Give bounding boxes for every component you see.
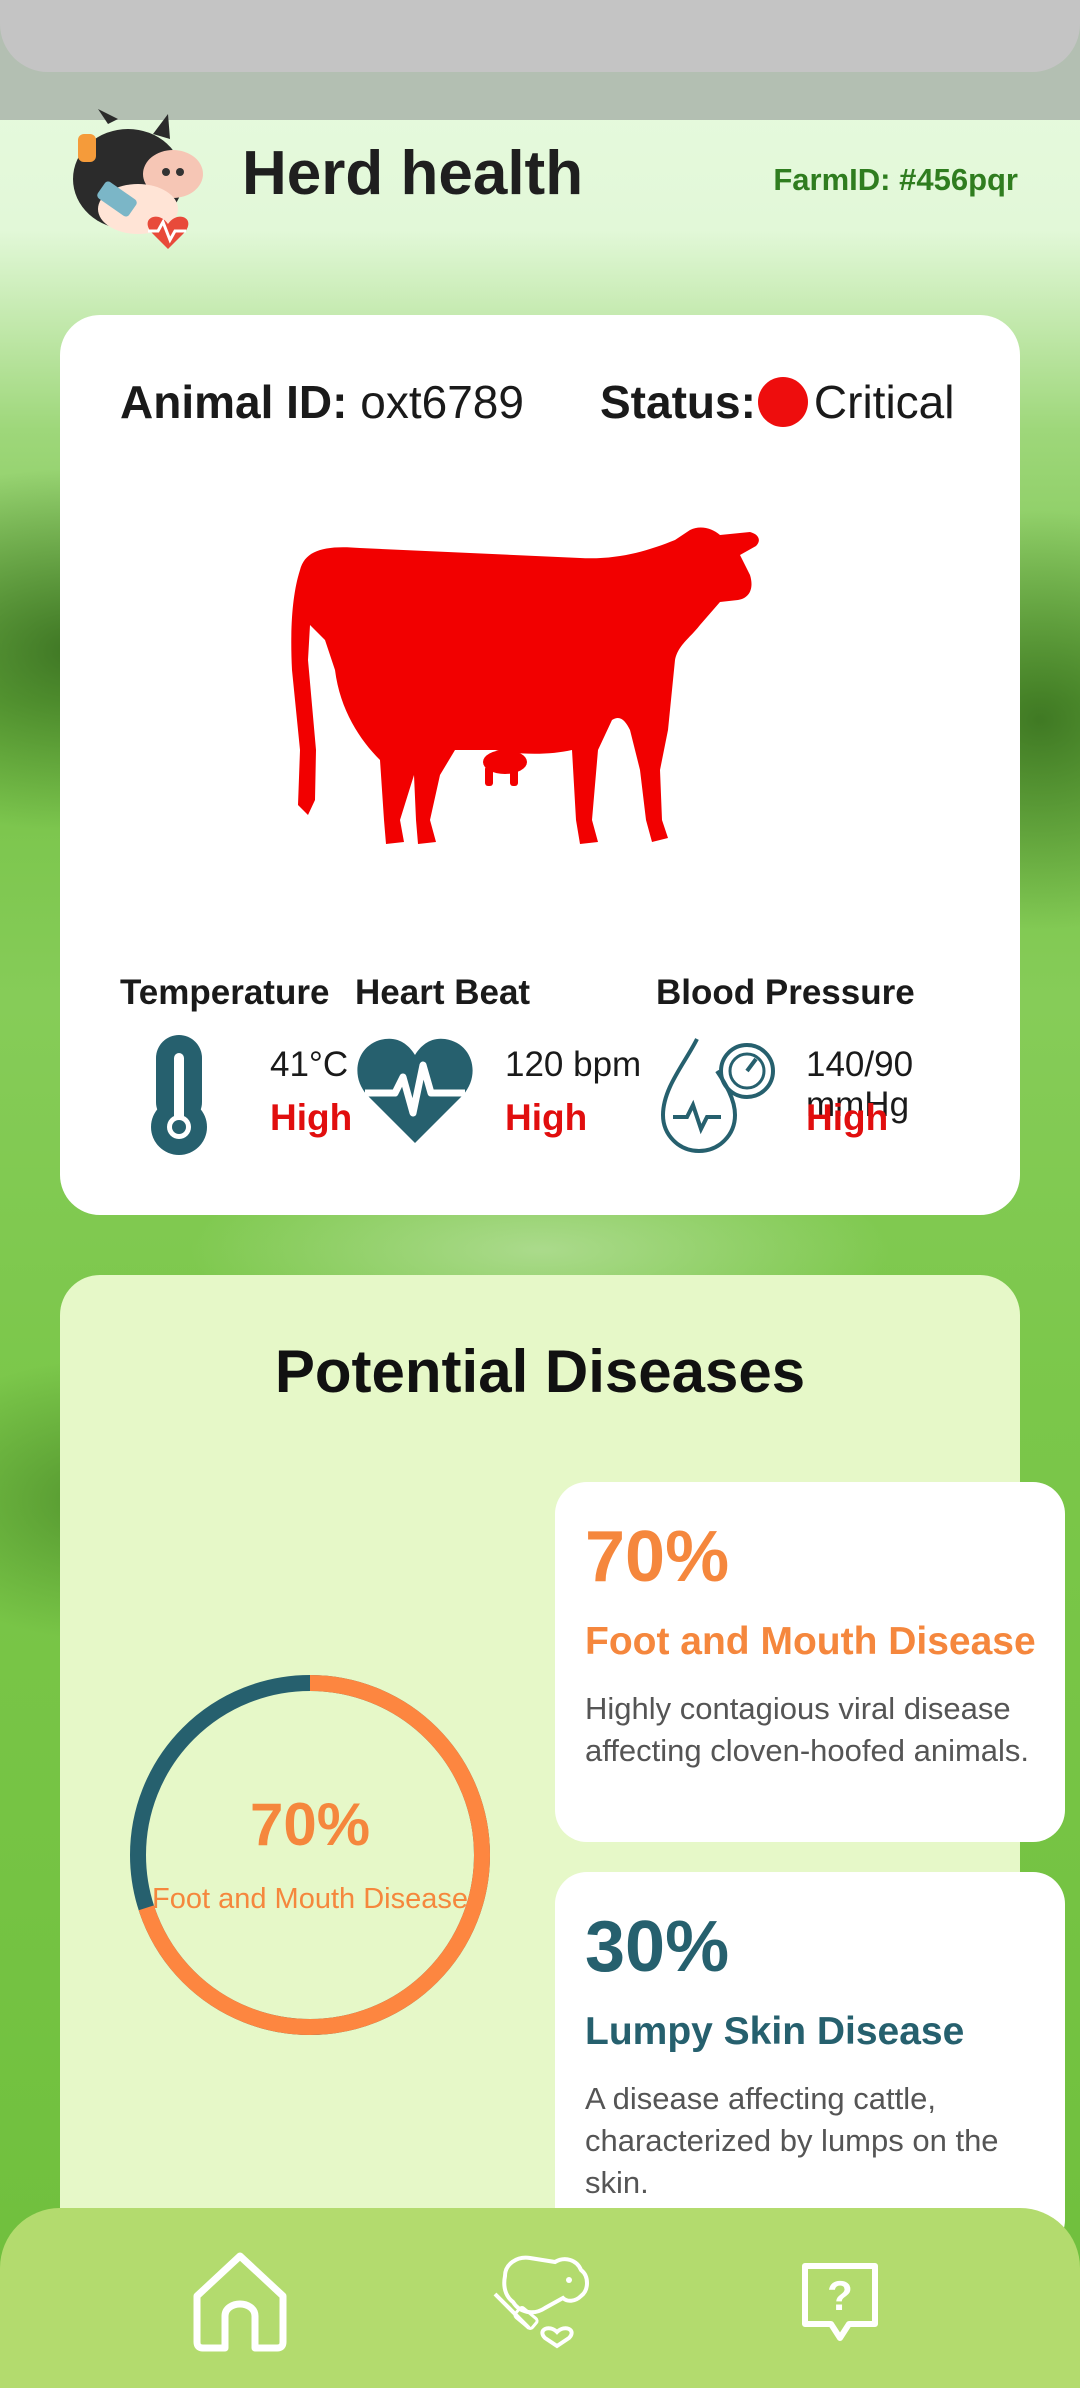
bottom-navigation: ? [0, 2208, 1080, 2388]
disease-description: A disease affecting cattle, characterize… [585, 2081, 999, 2200]
blood-pressure-label: Blood Pressure [656, 973, 915, 1012]
disease-percent: 30% [585, 1907, 730, 1987]
animal-id-label: Animal ID: [120, 376, 348, 428]
herd-logo-icon [73, 109, 203, 249]
home-icon[interactable] [185, 2246, 295, 2356]
status-value: Critical [813, 376, 955, 428]
disease-description: Highly contagious viral disease affectin… [585, 1691, 1030, 1768]
heart-beat-label: Heart Beat [355, 973, 531, 1012]
heart-beat-value: 120 bpm [505, 1045, 642, 1084]
status-label: Status: [600, 376, 756, 428]
heart-pulse-icon [357, 1038, 473, 1143]
disease-name: Lumpy Skin Disease [585, 2010, 965, 2053]
temperature-value: 41°C [270, 1045, 349, 1084]
farm-id-label: FarmID: #456pqr [773, 162, 1018, 197]
animal-card: Animal ID: oxt6789 Status: Critical Temp… [60, 315, 1020, 1215]
herd-health-icon[interactable] [485, 2246, 595, 2356]
donut-center-value: 70% [249, 1791, 371, 1858]
animal-status: Status: Critical [600, 375, 954, 429]
animal-id-value: oxt6789 [360, 376, 524, 428]
blood-pressure-level: High [806, 1097, 889, 1138]
temperature-level: High [270, 1097, 353, 1138]
cow-silhouette-icon [291, 527, 759, 844]
blood-pressure-icon [660, 1038, 775, 1154]
disease-percent: 70% [585, 1517, 730, 1597]
top-notch-bar [0, 0, 1080, 72]
disease-card-lumpy-skin[interactable]: 30% Lumpy Skin Disease A disease affecti… [555, 1872, 1065, 2252]
temperature-label: Temperature [120, 973, 330, 1012]
help-icon[interactable]: ? [785, 2246, 895, 2356]
donut-center-label: Foot and Mouth Disease [152, 1883, 468, 1915]
heart-beat-level: High [505, 1097, 588, 1138]
thermometer-icon [151, 1035, 207, 1155]
status-indicator-dot [757, 377, 808, 427]
potential-diseases-title: Potential Diseases [274, 1338, 806, 1405]
svg-text:?: ? [827, 2272, 853, 2319]
disease-card-foot-and-mouth[interactable]: 70% Foot and Mouth Disease Highly contag… [555, 1482, 1065, 1842]
disease-name: Foot and Mouth Disease [585, 1620, 1036, 1663]
page-title: Herd health [242, 139, 584, 208]
animal-id: Animal ID: oxt6789 [120, 375, 524, 429]
